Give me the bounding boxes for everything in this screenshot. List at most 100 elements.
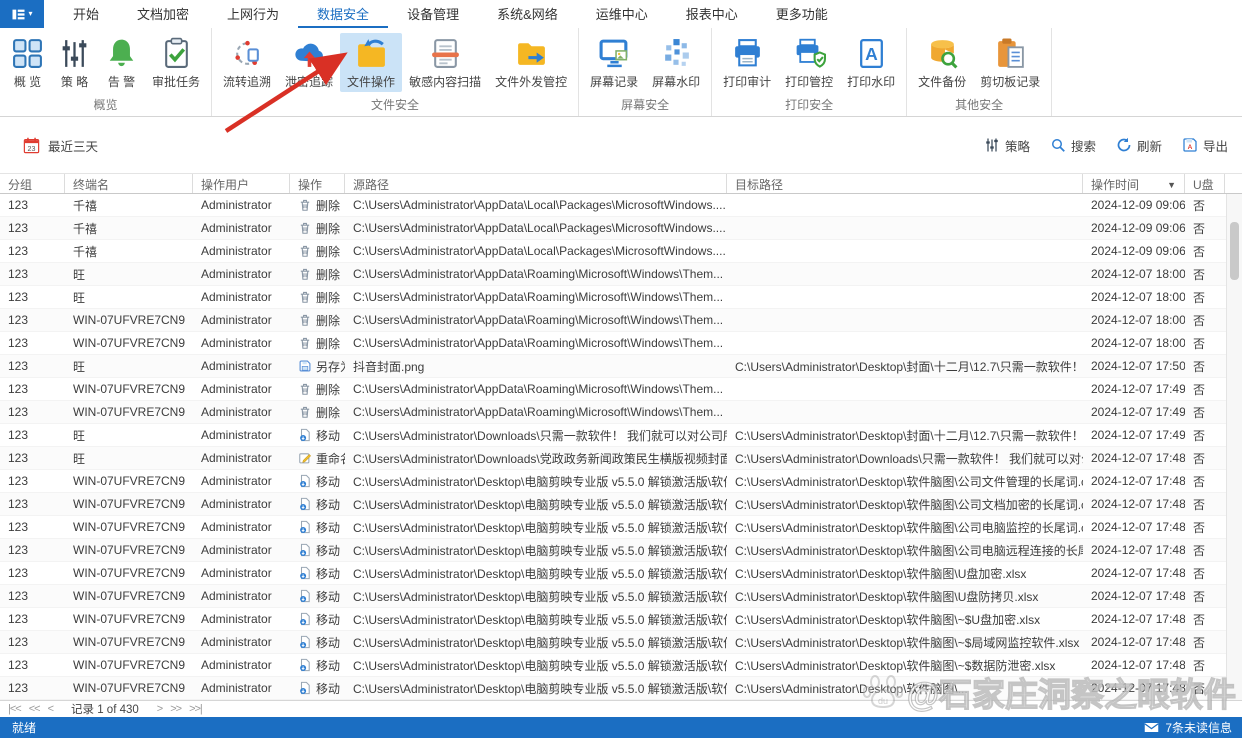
move-icon bbox=[298, 589, 312, 603]
ribbon-button-打印管控[interactable]: 打印管控 bbox=[778, 33, 840, 92]
operation-cell: 移动 bbox=[290, 680, 345, 697]
ribbon-button-策略[interactable]: 策 略 bbox=[51, 33, 98, 92]
terminal-cell: 旺 bbox=[65, 427, 193, 444]
column-header-分组[interactable]: 分组 bbox=[0, 174, 65, 193]
prev-page-button[interactable]: < bbox=[48, 703, 53, 715]
usb-cell: 否 bbox=[1185, 634, 1225, 651]
usb-cell: 否 bbox=[1185, 657, 1225, 674]
app-menu-button[interactable]: ▾ bbox=[0, 0, 44, 28]
prev-group-button[interactable]: << bbox=[29, 703, 40, 715]
table-row[interactable]: 123WIN-07UFVRE7CN9Administrator删除C:\User… bbox=[0, 378, 1242, 401]
column-header-操作时间[interactable]: 操作时间▼ bbox=[1083, 174, 1185, 193]
column-header-label: 终端名 bbox=[73, 176, 109, 193]
terminal-cell: 千禧 bbox=[65, 243, 193, 260]
vertical-scrollbar[interactable] bbox=[1226, 194, 1242, 700]
table-row[interactable]: 123WIN-07UFVRE7CN9Administrator移动C:\User… bbox=[0, 539, 1242, 562]
first-page-button[interactable]: |<< bbox=[8, 703, 21, 715]
table-row[interactable]: 123WIN-07UFVRE7CN9Administrator移动C:\User… bbox=[0, 608, 1242, 631]
table-row[interactable]: 123WIN-07UFVRE7CN9Administrator移动C:\User… bbox=[0, 470, 1242, 493]
usb-cell: 否 bbox=[1185, 335, 1225, 352]
table-row[interactable]: 123千禧Administrator删除C:\Users\Administrat… bbox=[0, 240, 1242, 263]
ribbon-button-屏幕水印[interactable]: 屏幕水印 bbox=[645, 33, 707, 92]
ribbon-button-屏幕记录[interactable]: 屏幕记录 bbox=[583, 33, 645, 92]
db-search-icon bbox=[926, 37, 959, 70]
column-header-操作[interactable]: 操作 bbox=[290, 174, 345, 193]
menu-tab-数据安全[interactable]: 数据安全 bbox=[298, 0, 388, 28]
table-row[interactable]: 123千禧Administrator删除C:\Users\Administrat… bbox=[0, 217, 1242, 240]
table-row[interactable]: 123旺Administrator删除C:\Users\Administrato… bbox=[0, 286, 1242, 309]
table-row[interactable]: 123WIN-07UFVRE7CN9Administrator移动C:\User… bbox=[0, 516, 1242, 539]
date-filter-button[interactable]: 23 最近三天 bbox=[22, 136, 98, 155]
next-group-button[interactable]: >> bbox=[170, 703, 181, 715]
column-header-U盘[interactable]: U盘 bbox=[1185, 174, 1225, 193]
menu-tab-系统&网络[interactable]: 系统&网络 bbox=[478, 0, 577, 28]
source-path-cell: C:\Users\Administrator\Desktop\电脑剪映专业版 v… bbox=[345, 496, 727, 513]
operation-cell: 删除 bbox=[290, 197, 345, 214]
sort-filter-caret-icon[interactable]: ▼ bbox=[1167, 180, 1176, 190]
user-cell: Administrator bbox=[193, 543, 290, 557]
column-header-目标路径[interactable]: 目标路径 bbox=[727, 174, 1083, 193]
ribbon-button-打印水印[interactable]: A打印水印 bbox=[840, 33, 902, 92]
table-row[interactable]: 123WIN-07UFVRE7CN9Administrator移动C:\User… bbox=[0, 585, 1242, 608]
last-page-button[interactable]: >>| bbox=[189, 703, 202, 715]
table-row[interactable]: 123WIN-07UFVRE7CN9Administrator移动C:\User… bbox=[0, 631, 1242, 654]
table-row[interactable]: 123旺Administrator另存为抖音封面.pngC:\Users\Adm… bbox=[0, 355, 1242, 378]
table-row[interactable]: 123WIN-07UFVRE7CN9Administrator移动C:\User… bbox=[0, 677, 1242, 700]
time-cell: 2024-12-07 17:48:57 bbox=[1083, 589, 1185, 603]
menu-tab-开始[interactable]: 开始 bbox=[54, 0, 118, 28]
table-row[interactable]: 123WIN-07UFVRE7CN9Administrator删除C:\User… bbox=[0, 309, 1242, 332]
ribbon-button-概览[interactable]: 概 览 bbox=[4, 33, 51, 92]
unread-messages-button[interactable]: 7条未读信息 bbox=[1144, 719, 1232, 736]
table-row[interactable]: 123旺Administrator移动C:\Users\Administrato… bbox=[0, 424, 1242, 447]
toolbar-button-搜索[interactable]: 搜索 bbox=[1050, 136, 1096, 155]
time-cell: 2024-12-07 17:49:35 bbox=[1083, 382, 1185, 396]
table-row[interactable]: 123旺Administrator重命名C:\Users\Administrat… bbox=[0, 447, 1242, 470]
ribbon-button-泄密追踪[interactable]: 泄密追踪 bbox=[278, 33, 340, 92]
chevron-down-icon: ▾ bbox=[28, 10, 32, 18]
ribbon-button-打印审计[interactable]: 打印审计 bbox=[716, 33, 778, 92]
source-path-cell: C:\Users\Administrator\Desktop\电脑剪映专业版 v… bbox=[345, 473, 727, 490]
table-row[interactable]: 123WIN-07UFVRE7CN9Administrator删除C:\User… bbox=[0, 401, 1242, 424]
target-path-cell: C:\Users\Administrator\Desktop\软件脑图\U盘加密… bbox=[727, 565, 1083, 582]
table-row[interactable]: 123千禧Administrator删除C:\Users\Administrat… bbox=[0, 194, 1242, 217]
ribbon-button-流转追溯[interactable]: 流转追溯 bbox=[216, 33, 278, 92]
column-header-操作用户[interactable]: 操作用户 bbox=[193, 174, 290, 193]
menu-tab-报表中心[interactable]: 报表中心 bbox=[667, 0, 757, 28]
ribbon-button-文件外发管控[interactable]: 文件外发管控 bbox=[488, 33, 574, 92]
toolbar-button-导出[interactable]: A导出 bbox=[1182, 136, 1228, 155]
table-row[interactable]: 123WIN-07UFVRE7CN9Administrator移动C:\User… bbox=[0, 654, 1242, 677]
table-row[interactable]: 123旺Administrator删除C:\Users\Administrato… bbox=[0, 263, 1242, 286]
menu-tab-设备管理[interactable]: 设备管理 bbox=[388, 0, 478, 28]
ribbon-button-告警[interactable]: 告 警 bbox=[98, 33, 145, 92]
column-header-终端名[interactable]: 终端名 bbox=[65, 174, 193, 193]
scrollbar-thumb[interactable] bbox=[1230, 222, 1239, 280]
ribbon-group-items: 屏幕记录屏幕水印 bbox=[583, 28, 707, 95]
table-row[interactable]: 123WIN-07UFVRE7CN9Administrator移动C:\User… bbox=[0, 493, 1242, 516]
ribbon-button-文件操作[interactable]: 文件操作 bbox=[340, 33, 402, 92]
ribbon-button-敏感内容扫描[interactable]: 敏感内容扫描 bbox=[402, 33, 488, 92]
menu-tab-上网行为[interactable]: 上网行为 bbox=[208, 0, 298, 28]
menu-tab-文档加密[interactable]: 文档加密 bbox=[118, 0, 208, 28]
table-header: 分组终端名 操作用户操作源路径目标路径操作时间▼U盘 bbox=[0, 174, 1242, 194]
ribbon-button-审批任务[interactable]: 审批任务 bbox=[145, 33, 207, 92]
menu-tab-更多功能[interactable]: 更多功能 bbox=[757, 0, 847, 28]
terminal-cell: 旺 bbox=[65, 266, 193, 283]
menu-tab-运维中心[interactable]: 运维中心 bbox=[577, 0, 667, 28]
ribbon-button-剪切板记录[interactable]: 剪切板记录 bbox=[973, 33, 1047, 92]
cloud-up-icon bbox=[293, 37, 326, 70]
user-cell: Administrator bbox=[193, 267, 290, 281]
ribbon-button-文件备份[interactable]: 文件备份 bbox=[911, 33, 973, 92]
source-path-cell: C:\Users\Administrator\AppData\Roaming\M… bbox=[345, 313, 727, 327]
next-page-button[interactable]: > bbox=[157, 703, 162, 715]
terminal-cell: WIN-07UFVRE7CN9 bbox=[65, 474, 193, 488]
table-row[interactable]: 123WIN-07UFVRE7CN9Administrator删除C:\User… bbox=[0, 332, 1242, 355]
table-row[interactable]: 123WIN-07UFVRE7CN9Administrator移动C:\User… bbox=[0, 562, 1242, 585]
ribbon-button-label: 文件备份 bbox=[918, 73, 966, 90]
terminal-cell: 旺 bbox=[65, 289, 193, 306]
toolbar-button-策略[interactable]: 策略 bbox=[984, 136, 1030, 155]
toolbar-button-刷新[interactable]: 刷新 bbox=[1116, 136, 1162, 155]
target-path-cell: C:\Users\Administrator\Desktop\软件脑图\U盘防拷… bbox=[727, 588, 1083, 605]
ribbon-group-items: 打印审计打印管控A打印水印 bbox=[716, 28, 902, 95]
time-cell: 2024-12-07 18:00:01 bbox=[1083, 313, 1185, 327]
column-header-源路径[interactable]: 源路径 bbox=[345, 174, 727, 193]
